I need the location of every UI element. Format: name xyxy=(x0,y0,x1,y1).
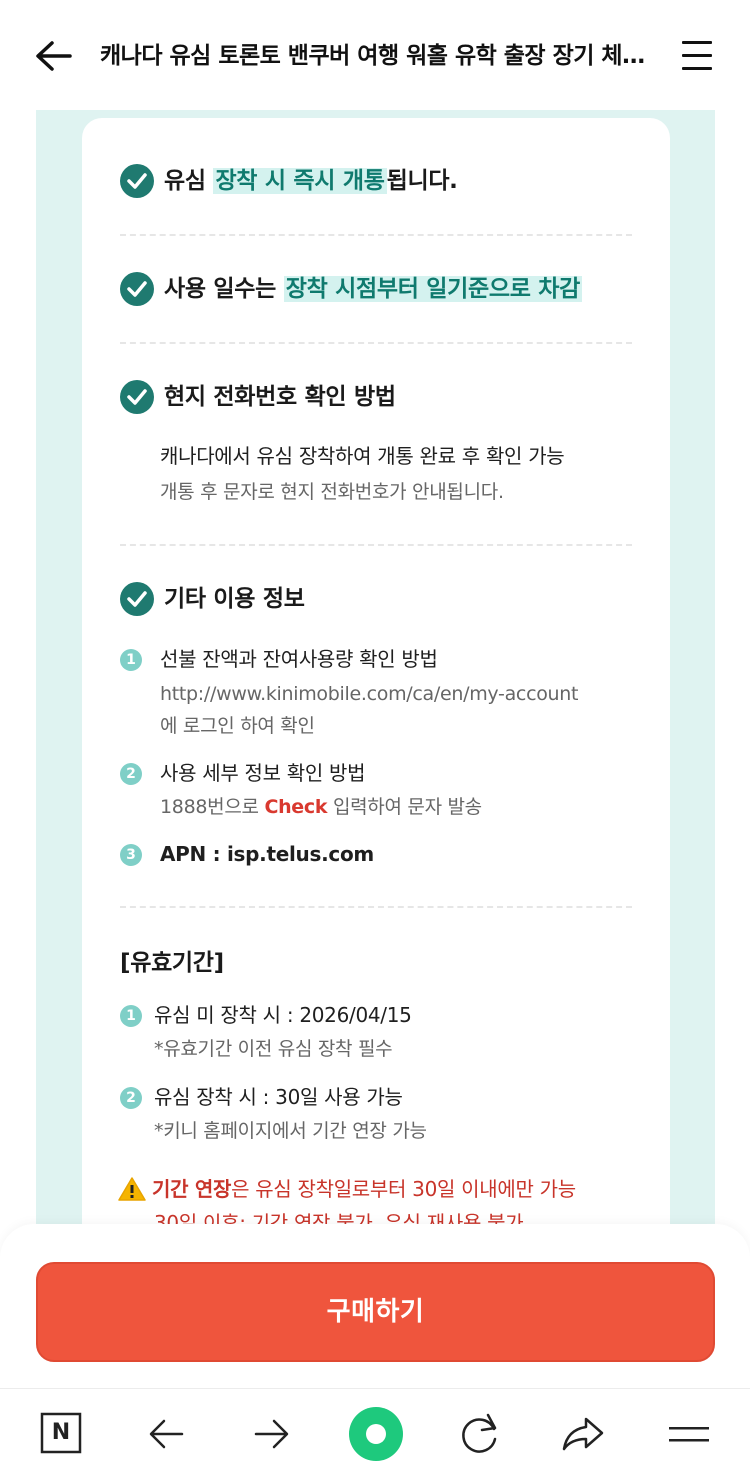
usage-days-highlight: 장착 시점부터 일기준으로 차감 xyxy=(283,276,583,302)
activation-highlight: 장착 시 즉시 개통 xyxy=(213,168,387,194)
browser-menu-button[interactable] xyxy=(668,1389,710,1478)
menu-icon xyxy=(669,1427,709,1442)
local-number-line2: 개통 후 문자로 현지 전화번호가 안내됩니다. xyxy=(160,481,504,503)
buy-button[interactable]: 구매하기 xyxy=(36,1262,715,1362)
validity-unmounted: 유심 미 장착 시 : 2026/04/15 xyxy=(154,1003,412,1027)
browser-refresh-button[interactable] xyxy=(458,1389,502,1478)
top-header: 캐나다 유심 토론토 밴쿠버 여행 워홀 유학 출장 장기 체류 유심 xyxy=(0,0,750,110)
account-url-link[interactable]: http://www.kinimobile.com/ca/en/my-accou… xyxy=(160,680,578,708)
back-arrow-icon xyxy=(36,41,72,71)
section-divider xyxy=(120,906,632,908)
activation-heading: 유심 장착 시 즉시 개통됩니다. xyxy=(164,168,458,194)
forward-arrow-icon xyxy=(254,1419,289,1449)
page-title: 캐나다 유심 토론토 밴쿠버 여행 워홀 유학 출장 장기 체류 유심 xyxy=(100,43,660,69)
share-icon xyxy=(562,1417,604,1451)
apn-info: APN : isp.telus.com xyxy=(160,842,374,866)
validity-mounted-note: *키니 홈페이지에서 기간 연장 가능 xyxy=(154,1120,427,1142)
validity-mounted: 유심 장착 시 : 30일 사용 가능 xyxy=(154,1085,403,1109)
back-button[interactable] xyxy=(30,34,78,78)
local-number-line1: 캐나다에서 유심 장착하여 개통 완료 후 확인 가능 xyxy=(160,444,565,468)
check-circle-icon xyxy=(120,272,154,306)
number-badge: 1 xyxy=(120,649,142,671)
validity-heading: [유효기간] xyxy=(120,950,224,976)
back-arrow-icon xyxy=(149,1419,184,1449)
section-divider xyxy=(120,234,632,236)
usage-days-heading: 사용 일수는 장착 시점부터 일기준으로 차감 xyxy=(164,276,583,302)
browser-toolbar: N xyxy=(0,1388,750,1478)
section-divider xyxy=(120,342,632,344)
number-badge: 1 xyxy=(120,1005,142,1027)
home-dot-icon xyxy=(349,1407,403,1461)
usage-detail-instruction: 1888번으로 Check 입력하여 문자 발송 xyxy=(160,796,482,818)
browser-home-button[interactable] xyxy=(348,1389,404,1478)
check-circle-icon xyxy=(120,582,154,616)
warning-icon xyxy=(118,1177,146,1201)
number-badge: 3 xyxy=(120,844,142,866)
validity-unmounted-note: *유효기간 이전 유심 장착 필수 xyxy=(154,1038,393,1060)
local-number-heading: 현지 전화번호 확인 방법 xyxy=(164,384,396,410)
usage-detail-title: 사용 세부 정보 확인 방법 xyxy=(160,761,366,785)
refresh-icon xyxy=(462,1413,497,1453)
menu-button[interactable] xyxy=(676,36,720,76)
check-keyword: Check xyxy=(264,796,328,818)
naver-letter: N xyxy=(51,1420,71,1445)
check-circle-icon xyxy=(120,164,154,198)
extension-warning: 기간 연장은 유심 장착일로부터 30일 이내에만 가능 xyxy=(152,1177,576,1201)
section-divider xyxy=(120,544,632,546)
number-badge: 2 xyxy=(120,1087,142,1109)
browser-back-button[interactable] xyxy=(146,1389,188,1478)
browser-forward-button[interactable] xyxy=(250,1389,292,1478)
balance-check-note: 에 로그인 하여 확인 xyxy=(160,715,315,737)
naver-home-button[interactable]: N xyxy=(40,1389,82,1478)
browser-share-button[interactable] xyxy=(560,1389,606,1478)
number-badge: 2 xyxy=(120,763,142,785)
balance-check-title: 선불 잔액과 잔여사용량 확인 방법 xyxy=(160,647,438,671)
other-info-heading: 기타 이용 정보 xyxy=(164,586,305,612)
check-circle-icon xyxy=(120,380,154,414)
